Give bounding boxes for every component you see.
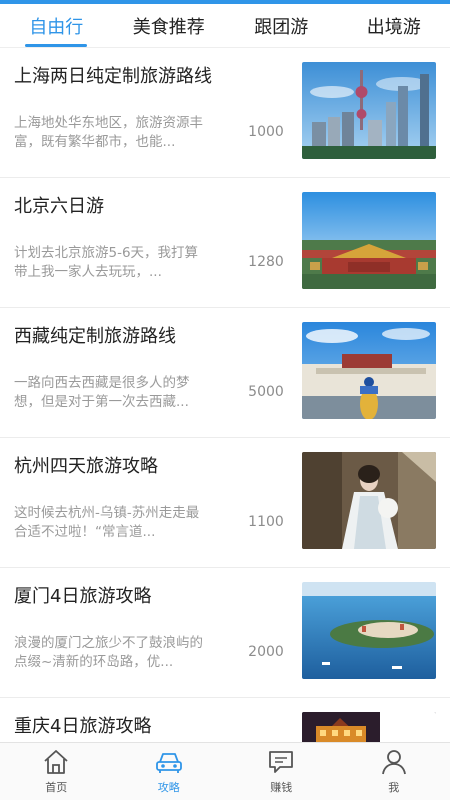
- item-thumbnail[interactable]: [302, 192, 436, 289]
- tab-outbound[interactable]: 出境游: [338, 4, 450, 47]
- item-title: 北京六日游: [14, 196, 104, 217]
- item-thumbnail[interactable]: [302, 322, 436, 419]
- item-description: 浪漫的厦门之旅少不了鼓浪屿的点缀~清新的环岛路，优...: [14, 635, 203, 670]
- nav-guides[interactable]: 攻略: [113, 743, 226, 800]
- shanghai-skyline-image: [302, 62, 436, 159]
- list-item[interactable]: 厦门4日旅游攻略 浪漫的厦门之旅少不了鼓浪屿的点缀~清新的环岛路，优... 20…: [0, 568, 450, 698]
- item-title: 厦门4日旅游攻略: [14, 586, 152, 607]
- list-item[interactable]: 西藏纯定制旅游路线 一路向西去西藏是很多人的梦想，但是对于第一次去西藏... 5…: [0, 308, 450, 438]
- article-list: 上海两日纯定制旅游路线 上海地处华东地区，旅游资源丰富，既有繁华都市，也能...…: [0, 48, 450, 742]
- nav-me[interactable]: 我: [338, 743, 450, 800]
- person-icon: [381, 750, 406, 775]
- home-icon: [44, 750, 68, 774]
- nav-guides-label: 攻略: [157, 781, 180, 794]
- chat-money-icon: [269, 751, 294, 773]
- list-item[interactable]: 北京六日游 计划去北京旅游5-6天，我打算带上我一家人去玩玩，... 1280: [0, 178, 450, 308]
- bottom-nav: 首页 攻略 赚钱 我: [0, 742, 450, 800]
- item-title: 西藏纯定制旅游路线: [14, 326, 176, 347]
- item-thumbnail[interactable]: [302, 452, 436, 549]
- tab-free-travel[interactable]: 自由行: [0, 4, 113, 47]
- list-item[interactable]: 重庆4日旅游攻略: [0, 698, 450, 742]
- item-count: 2000: [248, 644, 284, 660]
- item-count: 5000: [248, 384, 284, 400]
- item-count: 1100: [248, 514, 284, 530]
- chongqing-night-image: [302, 712, 436, 742]
- item-description: 计划去北京旅游5-6天，我打算带上我一家人去玩玩，...: [14, 245, 199, 280]
- item-thumbnail[interactable]: [302, 62, 436, 159]
- item-title: 上海两日纯定制旅游路线: [14, 66, 212, 87]
- car-icon: [155, 753, 182, 773]
- item-thumbnail[interactable]: [302, 582, 436, 679]
- list-item[interactable]: 上海两日纯定制旅游路线 上海地处华东地区，旅游资源丰富，既有繁华都市，也能...…: [0, 48, 450, 178]
- item-description: 一路向西去西藏是很多人的梦想，但是对于第一次去西藏...: [14, 375, 190, 410]
- item-description: 上海地处华东地区，旅游资源丰富，既有繁华都市，也能...: [14, 115, 203, 150]
- hanfu-girl-image: [302, 452, 436, 549]
- list-item[interactable]: 杭州四天旅游攻略 这时候去杭州-乌镇-苏州走走最合适不过啦！“常言道... 11…: [0, 438, 450, 568]
- nav-home-label: 首页: [45, 781, 68, 794]
- tab-food[interactable]: 美食推荐: [113, 4, 226, 47]
- item-title: 杭州四天旅游攻略: [14, 456, 158, 477]
- potala-palace-image: [302, 322, 436, 419]
- item-description: 这时候去杭州-乌镇-苏州走走最合适不过啦！“常言道...: [14, 505, 200, 540]
- nav-me-label: 我: [388, 781, 400, 794]
- nav-earn-label: 赚钱: [270, 781, 293, 794]
- item-count: 1280: [248, 254, 284, 270]
- item-thumbnail[interactable]: [302, 712, 436, 742]
- nav-earn[interactable]: 赚钱: [225, 743, 338, 800]
- tab-group-tour[interactable]: 跟团游: [225, 4, 338, 47]
- nav-home[interactable]: 首页: [0, 743, 113, 800]
- category-tabs: 自由行 美食推荐 跟团游 出境游: [0, 4, 450, 48]
- item-title: 重庆4日旅游攻略: [14, 716, 152, 737]
- xiamen-island-image: [302, 582, 436, 679]
- item-count: 1000: [248, 124, 284, 140]
- forbidden-city-image: [302, 192, 436, 289]
